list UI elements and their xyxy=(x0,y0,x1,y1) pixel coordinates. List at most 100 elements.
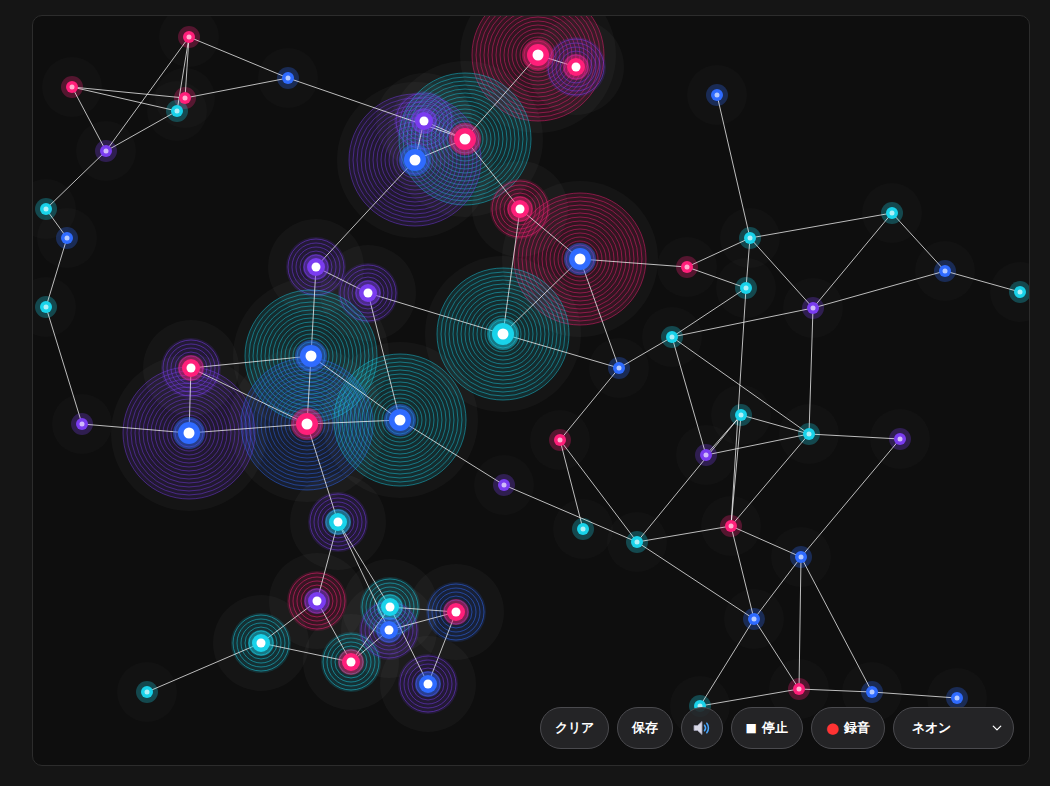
node[interactable] xyxy=(173,417,205,449)
node[interactable] xyxy=(282,72,294,84)
node[interactable] xyxy=(577,523,589,535)
node[interactable] xyxy=(141,686,153,698)
node[interactable] xyxy=(866,686,878,698)
edge xyxy=(809,308,813,434)
node[interactable] xyxy=(740,282,752,294)
node[interactable] xyxy=(338,649,364,675)
node[interactable] xyxy=(100,145,112,157)
node[interactable] xyxy=(725,520,737,532)
node[interactable] xyxy=(40,301,52,313)
node-shadow xyxy=(687,65,747,125)
edge xyxy=(700,689,799,706)
node[interactable] xyxy=(178,355,204,381)
edge xyxy=(731,415,741,526)
node[interactable] xyxy=(248,630,274,656)
edge xyxy=(503,334,619,368)
node[interactable] xyxy=(384,404,416,436)
node[interactable] xyxy=(61,232,73,244)
node[interactable] xyxy=(487,318,519,350)
node[interactable] xyxy=(304,588,330,614)
node[interactable] xyxy=(399,144,431,176)
sound-button[interactable] xyxy=(681,707,723,749)
node[interactable] xyxy=(449,123,481,155)
node-shadow xyxy=(642,307,702,367)
node[interactable] xyxy=(377,594,403,620)
record-label: 録音 xyxy=(844,720,870,736)
node-shadow xyxy=(676,425,736,485)
node[interactable] xyxy=(411,108,437,134)
network-canvas[interactable] xyxy=(33,16,1030,766)
node[interactable] xyxy=(711,89,723,101)
node[interactable] xyxy=(744,232,756,244)
node[interactable] xyxy=(886,207,898,219)
edge xyxy=(799,557,801,689)
node[interactable] xyxy=(793,683,805,695)
node-shadow xyxy=(701,496,761,556)
node[interactable] xyxy=(554,434,566,446)
node[interactable] xyxy=(507,196,533,222)
save-button[interactable]: 保存 xyxy=(617,707,673,749)
node-shadow xyxy=(990,262,1030,322)
edge xyxy=(945,271,1020,292)
node[interactable] xyxy=(355,280,381,306)
node-rings xyxy=(308,492,368,552)
stop-button[interactable]: ■停止 xyxy=(731,707,803,749)
node[interactable] xyxy=(564,243,596,275)
node[interactable] xyxy=(183,31,195,43)
edge xyxy=(72,87,177,111)
edge xyxy=(619,337,672,368)
node-shadow xyxy=(607,512,667,572)
node[interactable] xyxy=(171,105,183,117)
edge xyxy=(368,293,503,334)
edge xyxy=(106,111,177,151)
node[interactable] xyxy=(76,418,88,430)
node-rings xyxy=(493,474,515,496)
edge xyxy=(672,308,813,337)
node[interactable] xyxy=(894,433,906,445)
node[interactable] xyxy=(807,302,819,314)
node[interactable] xyxy=(291,408,323,440)
node[interactable] xyxy=(179,92,191,104)
node[interactable] xyxy=(40,203,52,215)
node[interactable] xyxy=(376,617,402,643)
node-shadow xyxy=(779,404,839,464)
node[interactable] xyxy=(498,479,510,491)
node[interactable] xyxy=(795,551,807,563)
node[interactable] xyxy=(415,671,441,697)
node[interactable] xyxy=(443,599,469,625)
node[interactable] xyxy=(295,340,327,372)
node-rings xyxy=(549,429,571,451)
record-button[interactable]: ●録音 xyxy=(811,707,885,749)
node[interactable] xyxy=(303,254,329,280)
theme-select[interactable]: ネオン xyxy=(893,707,1014,749)
node[interactable] xyxy=(613,362,625,374)
edge xyxy=(72,87,106,151)
node-shadow xyxy=(657,237,717,297)
node[interactable] xyxy=(939,265,951,277)
canvas-panel[interactable]: クリア 保存 ■停止●録音ネオン xyxy=(32,15,1030,766)
node-shadow xyxy=(915,241,975,301)
edge xyxy=(46,151,106,209)
node[interactable] xyxy=(803,428,815,440)
node[interactable] xyxy=(563,54,589,80)
node-shadow xyxy=(52,394,112,454)
edge xyxy=(731,526,801,557)
node[interactable] xyxy=(66,81,78,93)
node[interactable] xyxy=(666,331,678,343)
control-bar: クリア 保存 ■停止●録音ネオン xyxy=(540,707,1014,749)
node-shadow xyxy=(76,121,136,181)
edge xyxy=(809,434,900,439)
node[interactable] xyxy=(735,409,747,421)
node[interactable] xyxy=(1014,286,1026,298)
node[interactable] xyxy=(748,613,760,625)
clear-label: クリア xyxy=(555,720,594,736)
node[interactable] xyxy=(325,509,351,535)
edge xyxy=(82,424,189,433)
node[interactable] xyxy=(631,536,643,548)
node[interactable] xyxy=(681,261,693,273)
node[interactable] xyxy=(951,692,963,704)
node[interactable] xyxy=(700,449,712,461)
edge xyxy=(316,160,415,267)
node[interactable] xyxy=(522,39,554,71)
clear-button[interactable]: クリア xyxy=(540,707,609,749)
